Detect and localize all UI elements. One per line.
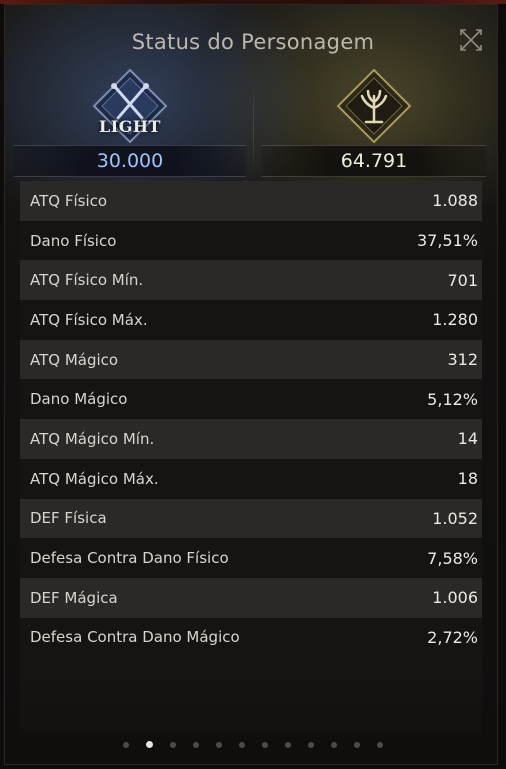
stat-value: 14 [457, 429, 478, 449]
tree-score-value: 64.791 [262, 145, 486, 177]
close-icon [460, 29, 482, 51]
stat-label: ATQ Físico Máx. [30, 310, 148, 329]
page-dot[interactable] [262, 742, 268, 748]
page-dot[interactable] [239, 742, 245, 748]
page-dot[interactable] [285, 742, 291, 748]
stat-value: 701 [447, 270, 478, 290]
stats-list: ATQ Físico 1.088 Dano Físico 37,51% ATQ Físi… [20, 181, 482, 658]
stat-row: DEF Física 1.052 [20, 498, 482, 539]
stat-row: ATQ Mágico Máx. 18 [20, 458, 482, 499]
stat-value: 1.280 [432, 310, 478, 330]
page-dot[interactable] [216, 742, 222, 748]
stat-label: ATQ Físico Mín. [30, 271, 144, 290]
stat-label: Dano Mágico [30, 390, 128, 409]
stat-value: 37,51% [416, 231, 478, 251]
stat-row: ATQ Físico Mín. 701 [20, 260, 482, 301]
page-indicator [0, 740, 506, 750]
stat-label: ATQ Mágico [30, 350, 119, 369]
tree-emblem-icon [336, 68, 412, 144]
stat-label: Defesa Contra Dano Físico [30, 549, 229, 568]
tree-emblem [334, 66, 414, 146]
window-title: Status do Personagem [131, 30, 375, 54]
stat-row: DEF Mágica 1.006 [20, 577, 482, 618]
stat-row: ATQ Físico 1.088 [20, 181, 482, 221]
page-dot[interactable] [123, 742, 129, 748]
stat-row: ATQ Físico Máx. 1.280 [20, 300, 482, 340]
stat-row: Dano Mágico 5,12% [20, 379, 482, 420]
page-dot[interactable] [377, 742, 383, 748]
page-dot[interactable] [354, 742, 360, 748]
page-dot[interactable] [331, 742, 337, 748]
stat-value: 1.006 [432, 588, 478, 608]
stat-row: Defesa Contra Dano Mágico 2,72% [20, 617, 482, 658]
stat-label: ATQ Mágico Mín. [30, 429, 155, 448]
stat-label: ATQ Físico [30, 191, 108, 210]
light-emblem: LIGHT [90, 66, 170, 146]
stat-value: 1.088 [432, 191, 478, 211]
stat-value: 1.052 [432, 508, 478, 528]
stat-label: DEF Física [30, 509, 107, 528]
stat-value: 18 [457, 469, 478, 489]
page-dot[interactable] [146, 741, 153, 748]
light-score-value: 30.000 [14, 145, 246, 177]
page-dot[interactable] [193, 742, 199, 748]
stat-value: 2,72% [427, 627, 478, 647]
stat-row: ATQ Mágico 312 [20, 339, 482, 380]
page-dot[interactable] [308, 742, 314, 748]
stat-value: 5,12% [427, 389, 478, 409]
stat-value: 312 [447, 350, 478, 370]
header-divider [253, 82, 254, 174]
stats-list-empty-area [20, 657, 482, 735]
stat-label: Defesa Contra Dano Mágico [30, 628, 240, 647]
stat-label: DEF Mágica [30, 588, 118, 607]
stat-label: ATQ Mágico Máx. [30, 469, 159, 488]
close-button[interactable] [455, 24, 487, 56]
stat-value: 7,58% [427, 548, 478, 568]
light-emblem-label: LIGHT [99, 117, 161, 136]
page-dot[interactable] [170, 742, 176, 748]
stat-row: Defesa Contra Dano Físico 7,58% [20, 538, 482, 578]
stat-label: Dano Físico [30, 231, 117, 250]
stat-row: ATQ Mágico Mín. 14 [20, 419, 482, 459]
stat-row: Dano Físico 37,51% [20, 220, 482, 261]
